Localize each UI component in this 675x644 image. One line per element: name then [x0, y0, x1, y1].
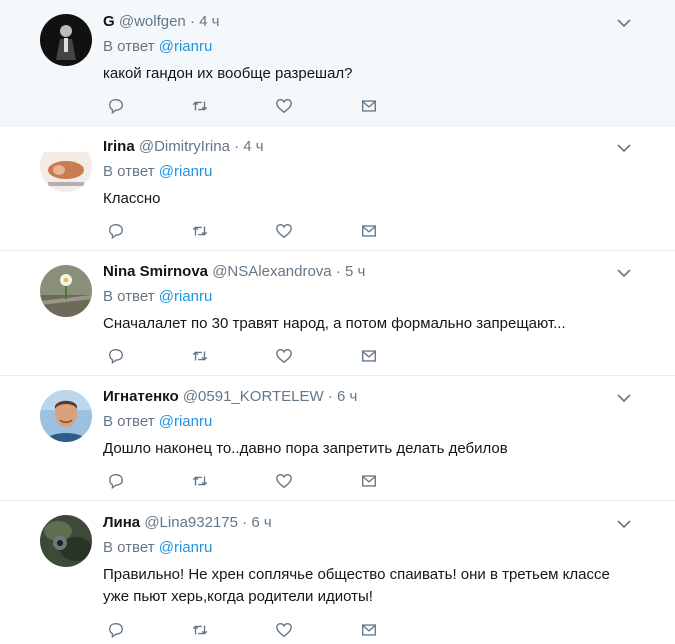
retweet-icon[interactable] — [190, 221, 210, 241]
tweet[interactable]: Nina Smirnova @NSAlexandrova · 5 ч В отв… — [0, 251, 675, 376]
reply-icon[interactable] — [106, 471, 126, 491]
reply-mention-link[interactable]: @rianru — [159, 413, 213, 430]
reply-icon[interactable] — [106, 346, 126, 366]
chevron-down-icon[interactable] — [617, 519, 635, 531]
reply-icon[interactable] — [106, 620, 126, 640]
avatar[interactable] — [40, 265, 92, 317]
chevron-down-icon[interactable] — [617, 268, 635, 280]
heart-icon[interactable] — [274, 620, 294, 640]
reply-mention-link[interactable]: @rianru — [159, 288, 213, 305]
display-name[interactable]: Игнатенко — [103, 388, 179, 405]
tweet-text: Сначалалет по 30 травят народ, а потом ф… — [103, 315, 566, 332]
envelope-icon[interactable] — [359, 346, 379, 366]
separator-dot: · — [234, 138, 240, 155]
tweet-text: Дошло наконец то..давно пора запретить д… — [103, 440, 508, 457]
heart-icon[interactable] — [274, 346, 294, 366]
timestamp[interactable]: 6 ч — [337, 388, 357, 405]
tweet-text: Классно — [103, 190, 161, 207]
reply-prefix: В ответ — [103, 38, 155, 55]
tweet-header: Nina Smirnova @NSAlexandrova · 5 ч — [103, 262, 635, 282]
chevron-down-icon[interactable] — [617, 393, 635, 405]
user-handle[interactable]: @NSAlexandrova — [212, 263, 331, 280]
reply-context: В ответ @rianru — [103, 412, 635, 432]
timestamp[interactable]: 6 ч — [251, 514, 271, 531]
tweet[interactable]: Irina @DimitryIrina · 4 ч В ответ @rianr… — [0, 126, 675, 251]
tweet[interactable]: G @wolfgen · 4 ч В ответ @rianru какой г… — [0, 0, 675, 126]
timestamp[interactable]: 4 ч — [199, 13, 219, 30]
reply-icon[interactable] — [106, 96, 126, 116]
separator-dot: · — [327, 388, 333, 405]
chevron-down-icon[interactable] — [617, 143, 635, 155]
reply-icon[interactable] — [106, 221, 126, 241]
tweet-text: Правильно! Не хрен соплячье общество спа… — [103, 566, 610, 605]
timestamp[interactable]: 4 ч — [243, 138, 263, 155]
reply-mention-link[interactable]: @rianru — [159, 38, 213, 55]
envelope-icon[interactable] — [359, 96, 379, 116]
retweet-icon[interactable] — [190, 620, 210, 640]
display-name[interactable]: Irina — [103, 138, 135, 155]
reply-prefix: В ответ — [103, 413, 155, 430]
reply-mention-link[interactable]: @rianru — [159, 539, 213, 556]
separator-dot: · — [189, 13, 195, 30]
display-name[interactable]: Nina Smirnova — [103, 263, 208, 280]
retweet-icon[interactable] — [190, 471, 210, 491]
separator-dot: · — [335, 263, 341, 280]
heart-icon[interactable] — [274, 471, 294, 491]
reply-mention-link[interactable]: @rianru — [159, 163, 213, 180]
timestamp[interactable]: 5 ч — [345, 263, 365, 280]
display-name[interactable]: Лина — [103, 514, 140, 531]
tweet-header: Игнатенко @0591_KORTELEW · 6 ч — [103, 387, 635, 407]
chevron-down-icon[interactable] — [617, 18, 635, 30]
reply-context: В ответ @rianru — [103, 37, 635, 57]
reply-feed: G @wolfgen · 4 ч В ответ @rianru какой г… — [0, 0, 675, 644]
retweet-icon[interactable] — [190, 96, 210, 116]
tweet-header: Лина @Lina932175 · 6 ч — [103, 513, 635, 533]
tweet-text: какой гандон их вообще разрешал? — [103, 65, 353, 82]
tweet[interactable]: Игнатенко @0591_KORTELEW · 6 ч В ответ @… — [0, 376, 675, 501]
avatar[interactable] — [40, 390, 92, 442]
heart-icon[interactable] — [274, 96, 294, 116]
reply-prefix: В ответ — [103, 288, 155, 305]
tweet-header: Irina @DimitryIrina · 4 ч — [103, 137, 635, 157]
reply-context: В ответ @rianru — [103, 538, 635, 558]
tweet-header: G @wolfgen · 4 ч — [103, 12, 635, 32]
user-handle[interactable]: @Lina932175 — [144, 514, 238, 531]
heart-icon[interactable] — [274, 221, 294, 241]
envelope-icon[interactable] — [359, 221, 379, 241]
envelope-icon[interactable] — [359, 471, 379, 491]
user-handle[interactable]: @wolfgen — [119, 13, 186, 30]
avatar[interactable] — [40, 14, 92, 66]
display-name[interactable]: G — [103, 13, 115, 30]
reply-prefix: В ответ — [103, 539, 155, 556]
separator-dot: · — [242, 514, 248, 531]
avatar[interactable] — [40, 140, 92, 192]
user-handle[interactable]: @0591_KORTELEW — [183, 388, 324, 405]
retweet-icon[interactable] — [190, 346, 210, 366]
envelope-icon[interactable] — [359, 620, 379, 640]
user-handle[interactable]: @DimitryIrina — [139, 138, 230, 155]
reply-context: В ответ @rianru — [103, 162, 635, 182]
avatar[interactable] — [40, 515, 92, 567]
reply-context: В ответ @rianru — [103, 287, 635, 307]
tweet[interactable]: Лина @Lina932175 · 6 ч В ответ @rianru П… — [0, 501, 675, 644]
reply-prefix: В ответ — [103, 163, 155, 180]
